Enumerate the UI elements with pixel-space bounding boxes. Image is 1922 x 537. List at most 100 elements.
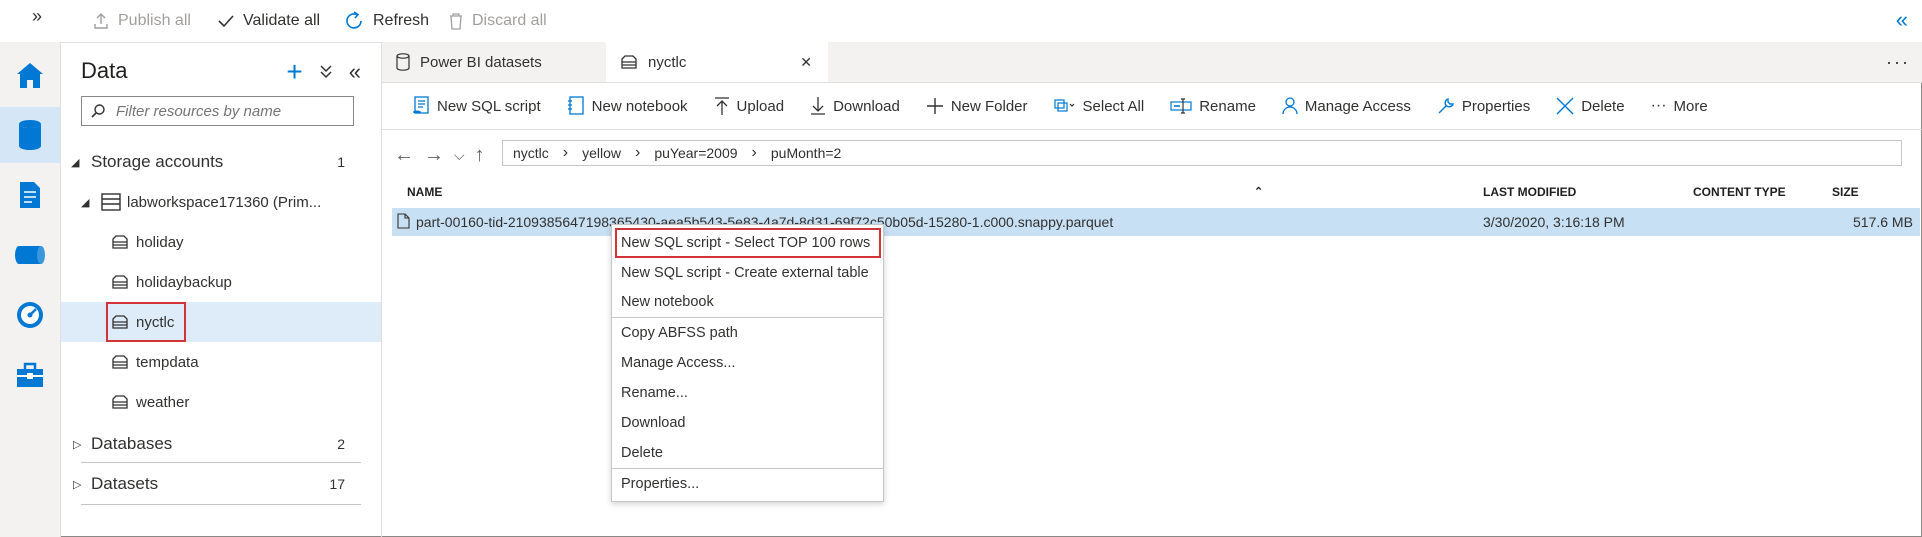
breadcrumb-item[interactable]: nyctlc	[513, 145, 549, 161]
command-label: Select All	[1082, 97, 1145, 115]
plus-icon	[926, 97, 944, 115]
tree-section-databases[interactable]: ▷ Databases 2	[61, 424, 381, 464]
command-label: Delete	[1581, 97, 1625, 115]
divider	[81, 462, 361, 463]
tabs-more-button[interactable]: ···	[1886, 52, 1910, 73]
container-weather[interactable]: weather	[61, 382, 381, 422]
column-content-type[interactable]: CONTENT TYPE	[1693, 185, 1786, 199]
column-size[interactable]: SIZE	[1832, 185, 1859, 199]
publish-all-label: Publish all	[118, 12, 191, 29]
new-notebook-button[interactable]: New notebook	[567, 96, 688, 116]
x-icon	[1556, 97, 1574, 115]
collapse-right-button[interactable]: «	[1896, 7, 1908, 33]
rename-button[interactable]: Rename	[1170, 98, 1256, 115]
table-header: NAME ⌃ LAST MODIFIED CONTENT TYPE SIZE	[382, 181, 1922, 203]
menu-item-new-notebook[interactable]: New notebook	[612, 288, 883, 316]
manage-access-button[interactable]: Manage Access	[1282, 97, 1411, 115]
menu-item-properties[interactable]: Properties...	[612, 470, 883, 498]
caret-right-icon: ▷	[73, 438, 82, 451]
hide-panel-button[interactable]: «	[349, 59, 361, 85]
properties-button[interactable]: Properties	[1437, 97, 1530, 115]
select-all-button[interactable]: Select All	[1053, 97, 1145, 115]
menu-item-copy-abfss-path[interactable]: Copy ABFSS path	[612, 319, 883, 347]
command-label: Upload	[736, 97, 785, 115]
panel-actions: + «	[286, 56, 361, 88]
account-label: labworkspace171360 (Prim...	[127, 193, 322, 211]
column-name[interactable]: NAME	[407, 185, 442, 199]
container-icon	[111, 235, 129, 249]
more-button[interactable]: ··· More	[1651, 97, 1708, 115]
left-nav-rail	[0, 42, 61, 537]
monitor-nav-button[interactable]	[0, 287, 60, 343]
manage-nav-button[interactable]	[0, 347, 60, 403]
validate-all-button[interactable]: Validate all	[217, 10, 320, 32]
container-label: holiday	[136, 233, 184, 251]
download-icon	[810, 96, 826, 116]
menu-separator	[612, 468, 883, 469]
container-label: tempdata	[136, 353, 199, 371]
wrench-icon	[1437, 97, 1455, 115]
tab-label: Power BI datasets	[420, 53, 542, 71]
new-sql-script-button[interactable]: New SQL script	[412, 96, 541, 116]
menu-item-create-external-table[interactable]: New SQL script - Create external table	[612, 259, 883, 287]
develop-nav-button[interactable]	[0, 167, 60, 223]
new-folder-button[interactable]: New Folder	[926, 97, 1028, 115]
container-icon	[620, 55, 638, 69]
container-icon	[111, 355, 129, 369]
breadcrumb-item[interactable]: puMonth=2	[771, 145, 841, 161]
document-icon	[17, 180, 43, 210]
panel-title: Data	[81, 58, 128, 83]
tab-nyctlc[interactable]: nyctlc ✕	[606, 42, 828, 82]
data-explorer-panel: Data + « ◢ Storage accounts 1 ◢ labworks…	[61, 42, 382, 537]
data-nav-button[interactable]	[0, 107, 60, 163]
sql-script-icon	[412, 96, 430, 116]
command-label: New SQL script	[437, 97, 541, 115]
forward-arrow-icon[interactable]: →	[424, 144, 444, 167]
back-arrow-icon[interactable]: ←	[394, 144, 414, 167]
caret-down-icon: ◢	[81, 196, 90, 209]
container-tempdata[interactable]: tempdata	[61, 342, 381, 382]
database-icon	[396, 53, 410, 71]
filter-input[interactable]	[114, 101, 338, 121]
publish-all-button[interactable]: Publish all	[92, 10, 191, 32]
divider	[81, 504, 361, 505]
upload-icon	[714, 96, 730, 116]
sort-ascending-icon[interactable]: ⌃	[1254, 185, 1263, 198]
breadcrumb-item[interactable]: yellow	[582, 145, 621, 161]
menu-item-download[interactable]: Download	[612, 409, 883, 437]
breadcrumb[interactable]: nyctlc › yellow › puYear=2009 › puMonth=…	[502, 140, 1902, 166]
menu-item-delete[interactable]: Delete	[612, 439, 883, 467]
upload-button[interactable]: Upload	[714, 96, 785, 116]
expand-nav-button[interactable]: »	[32, 6, 42, 27]
filter-box[interactable]	[81, 96, 354, 126]
home-nav-button[interactable]	[0, 47, 60, 103]
tree-section-storage-accounts[interactable]: ◢ Storage accounts 1	[61, 142, 381, 182]
tree-item-storage-account[interactable]: ◢ labworkspace171360 (Prim...	[61, 182, 381, 222]
collapse-all-button[interactable]	[319, 63, 333, 82]
menu-item-manage-access[interactable]: Manage Access...	[612, 349, 883, 377]
chevron-down-icon[interactable]: ⌵	[454, 144, 465, 167]
breadcrumb-item[interactable]: puYear=2009	[654, 145, 737, 161]
menu-item-rename[interactable]: Rename...	[612, 379, 883, 407]
breadcrumb-separator: ›	[751, 144, 757, 161]
tree-section-datasets[interactable]: ▷ Datasets 17	[61, 464, 381, 504]
tab-power-bi-datasets[interactable]: Power BI datasets	[382, 42, 606, 82]
section-count: 2	[337, 436, 345, 452]
toolbox-icon	[15, 361, 45, 389]
command-label: New Folder	[950, 97, 1028, 115]
discard-all-button[interactable]: Discard all	[448, 10, 547, 32]
top-toolbar: » Publish all Validate all Refresh Disca…	[0, 0, 1922, 43]
up-arrow-icon[interactable]: ↑	[475, 144, 485, 167]
container-holidaybackup[interactable]: holidaybackup	[61, 262, 381, 302]
delete-button[interactable]: Delete	[1556, 97, 1625, 115]
column-last-modified[interactable]: LAST MODIFIED	[1483, 185, 1576, 199]
add-resource-button[interactable]: +	[286, 56, 302, 88]
container-holiday[interactable]: holiday	[61, 222, 381, 262]
close-tab-button[interactable]: ✕	[800, 54, 812, 71]
command-bar: New SQL script New notebook Upload Downl…	[382, 83, 1922, 130]
integrate-nav-button[interactable]	[0, 227, 60, 283]
refresh-button[interactable]: Refresh	[343, 10, 429, 32]
download-button[interactable]: Download	[810, 96, 900, 116]
publish-icon	[92, 12, 110, 30]
command-label: Manage Access	[1304, 97, 1411, 115]
